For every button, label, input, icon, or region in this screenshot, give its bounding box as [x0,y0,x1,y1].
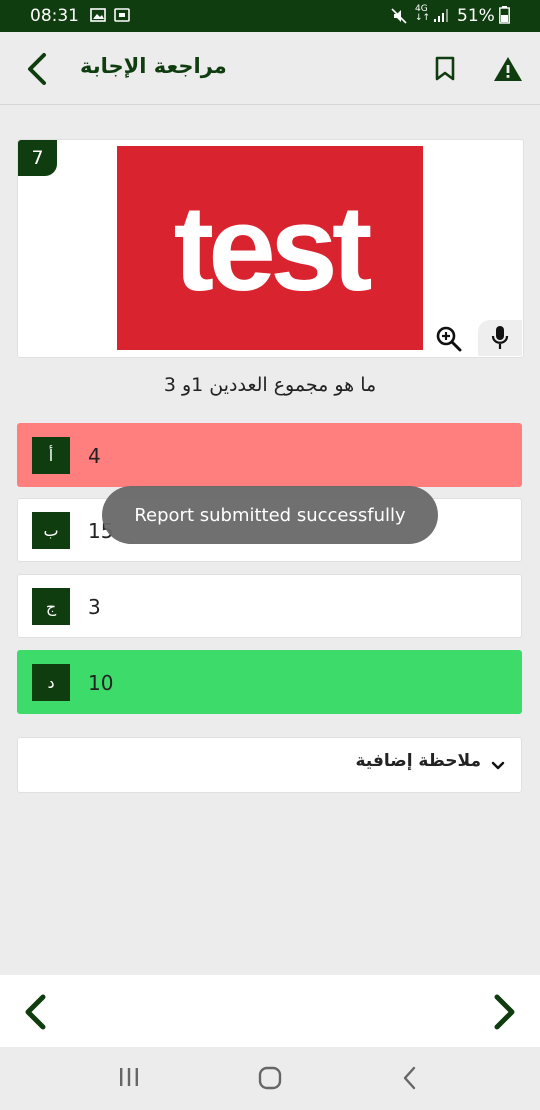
bookmark-icon[interactable] [434,56,456,86]
warning-icon[interactable] [493,56,523,86]
toast-message: Report submitted successfully [102,486,438,544]
option-letter: ج [32,588,70,625]
additional-note-expander[interactable]: ملاحظة إضافية [17,737,522,793]
additional-note-label: ملاحظة إضافية [355,751,482,771]
home-icon[interactable] [258,1066,282,1094]
zoom-in-icon[interactable] [436,326,462,356]
option-a[interactable]: أ 4 [17,423,522,487]
question-image-text: test [173,180,373,316]
battery-icon [499,6,510,29]
mute-icon [391,7,407,30]
option-letter: أ [32,437,70,474]
option-letter: ب [32,512,70,549]
app-bar: مراجعة الإجابة [0,32,540,105]
chevron-down-icon [491,756,505,775]
microphone-icon [491,325,509,355]
status-time: 08:31 [30,6,79,26]
battery-percent: 51% [457,6,495,26]
signal-icon [433,7,451,28]
question-navigation-bar [0,975,540,1047]
option-letter: د [32,664,70,701]
option-value: 3 [88,595,101,619]
system-navigation-bar [0,1047,540,1110]
next-question-icon[interactable] [492,994,518,1034]
question-text: ما هو مجموع العددين 1و 3 [163,374,377,396]
back-chevron-icon[interactable] [24,52,48,90]
option-d[interactable]: د 10 [17,650,522,714]
previous-question-icon[interactable] [22,994,48,1034]
option-value: 4 [88,444,101,468]
option-value: 10 [88,671,114,695]
page-title: مراجعة الإجابة [80,54,227,78]
system-back-icon[interactable] [402,1066,418,1094]
option-c[interactable]: ج 3 [17,574,522,638]
network-4g-icon: 4G ↓↑ [415,4,431,23]
question-number-badge: 7 [18,140,57,176]
status-bar: 08:31 4G ↓↑ 51% [0,0,540,32]
question-image: test [117,146,423,350]
question-image-card: 7 test [17,139,524,358]
recent-apps-icon[interactable] [118,1067,140,1091]
screenshot-icon [114,7,130,28]
gallery-icon [90,7,106,28]
mic-button[interactable] [478,320,522,356]
